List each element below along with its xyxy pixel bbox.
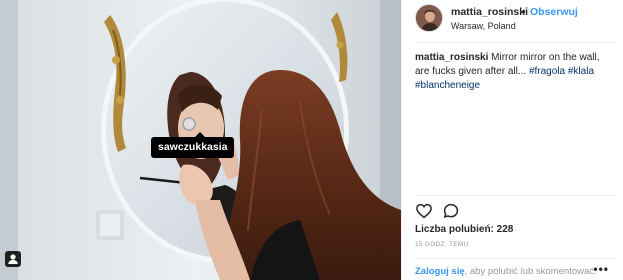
hashtag-link[interactable]: #klala <box>568 66 594 77</box>
heart-icon <box>416 203 432 219</box>
post-photo[interactable]: sawczukkasia <box>0 0 401 280</box>
header-separator: • <box>522 6 526 18</box>
post-header: mattia_rosinski • Obserwuj Warsaw, Polan… <box>415 4 623 38</box>
location-link[interactable]: Warsaw, Poland <box>451 21 516 31</box>
hashtag-link[interactable]: #blancheneige <box>415 80 480 91</box>
avatar[interactable] <box>415 4 443 32</box>
user-tag-label: sawczukkasia <box>158 141 228 153</box>
hashtag-link[interactable]: #fragola <box>529 66 565 77</box>
person-icon <box>8 254 18 264</box>
likes-count[interactable]: Liczba polubień: 228 <box>415 224 513 235</box>
follow-button[interactable]: Obserwuj <box>530 6 578 18</box>
comment-icon <box>443 203 459 218</box>
caption-username[interactable]: mattia_rosinski <box>415 52 488 63</box>
like-button[interactable] <box>415 202 433 220</box>
comment-button[interactable] <box>442 202 460 220</box>
header-divider <box>415 42 617 43</box>
avatar-image <box>416 5 442 31</box>
user-tag-bubble[interactable]: sawczukkasia <box>151 132 235 158</box>
login-link[interactable]: Zaloguj się <box>415 266 465 277</box>
footer-divider <box>415 258 617 259</box>
actions-divider <box>415 195 617 196</box>
header-username[interactable]: mattia_rosinski <box>451 6 528 18</box>
post-side-panel: mattia_rosinski • Obserwuj Warsaw, Polan… <box>401 0 623 280</box>
login-prompt: Zaloguj się, aby polubić lub skomentować… <box>415 266 597 277</box>
post-timestamp[interactable]: 15 GODZ. TEMU <box>415 241 469 248</box>
user-tags-button[interactable] <box>5 251 21 267</box>
login-prompt-text: , aby polubić lub skomentować. <box>464 266 597 277</box>
more-options-button[interactable]: ••• <box>593 262 609 276</box>
post-caption: mattia_rosinski Mirror mirror on the wal… <box>415 51 611 93</box>
